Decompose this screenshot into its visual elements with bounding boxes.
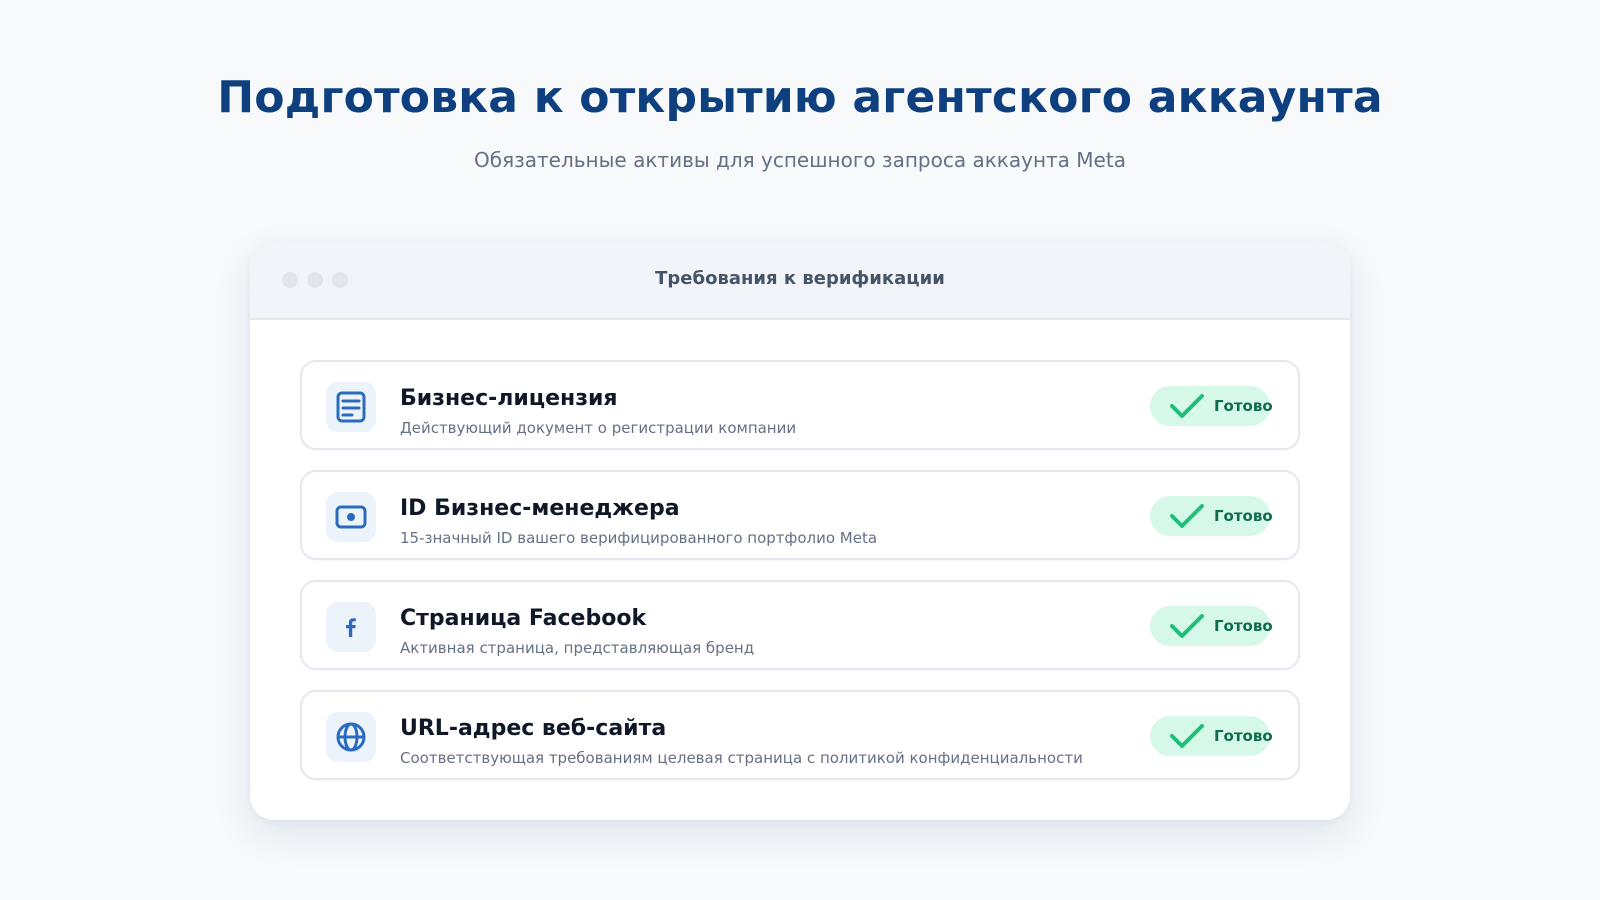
requirement-description: Соответствующая требованиям целевая стра… xyxy=(400,749,1083,767)
id-card-icon xyxy=(326,492,376,542)
globe-icon xyxy=(326,712,376,762)
requirement-title: ID Бизнес-менеджера xyxy=(400,496,680,521)
window-title: Требования к верификации xyxy=(655,268,945,289)
check-icon xyxy=(1170,504,1204,528)
status-label: Готово xyxy=(1214,397,1273,415)
status-badge: Готово xyxy=(1150,386,1273,426)
check-icon xyxy=(1170,724,1204,748)
requirement-business-license: Бизнес-лицензия Действующий документ о р… xyxy=(300,360,1300,450)
verification-window: Требования к верификации Бизнес-лицензия… xyxy=(250,242,1350,820)
requirement-description: Активная страница, представляющая бренд xyxy=(400,639,755,657)
requirement-website-url: URL-адрес веб-сайта Соответствующая треб… xyxy=(300,690,1300,780)
check-icon xyxy=(1170,614,1204,638)
requirement-description: 15-значный ID вашего верифицированного п… xyxy=(400,529,878,547)
page-subtitle: Обязательные активы для успешного запрос… xyxy=(474,148,1126,172)
status-badge: Готово xyxy=(1150,716,1273,756)
check-icon xyxy=(1170,394,1204,418)
window-titlebar: Требования к верификации xyxy=(250,242,1350,320)
requirement-title: Бизнес-лицензия xyxy=(400,386,618,411)
status-label: Готово xyxy=(1214,507,1273,525)
status-label: Готово xyxy=(1214,617,1273,635)
facebook-icon xyxy=(326,602,376,652)
requirements-list: Бизнес-лицензия Действующий документ о р… xyxy=(300,360,1300,800)
requirement-business-manager-id: ID Бизнес-менеджера 15-значный ID вашего… xyxy=(300,470,1300,560)
status-badge: Готово xyxy=(1150,606,1273,646)
requirement-facebook-page: Страница Facebook Активная страница, пре… xyxy=(300,580,1300,670)
document-icon xyxy=(326,382,376,432)
requirement-description: Действующий документ о регистрации компа… xyxy=(400,419,797,437)
page-title: Подготовка к открытию агентского аккаунт… xyxy=(217,72,1383,123)
status-label: Готово xyxy=(1214,727,1273,745)
requirement-title: Страница Facebook xyxy=(400,606,647,631)
status-badge: Готово xyxy=(1150,496,1273,536)
requirement-title: URL-адрес веб-сайта xyxy=(400,716,667,741)
